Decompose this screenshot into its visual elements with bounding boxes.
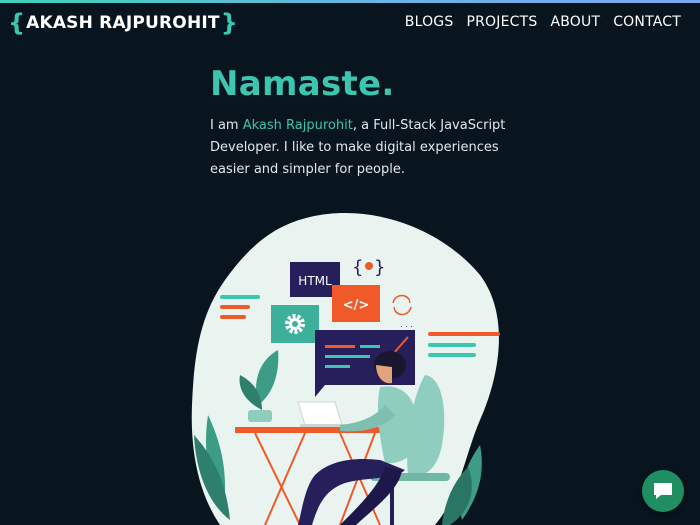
- deco-line: [428, 353, 476, 357]
- code-line: [360, 345, 380, 348]
- code-line: [325, 345, 355, 348]
- dots: . . .: [400, 320, 413, 329]
- braces-icon-open: {: [352, 257, 363, 278]
- hero-title: Namaste.: [210, 64, 395, 104]
- code-line: [325, 365, 350, 368]
- braces-icon-close: }: [374, 257, 385, 278]
- nav-contact[interactable]: CONTACT: [613, 14, 681, 30]
- intro-prefix: I am: [210, 118, 243, 133]
- logo-brace-close: }: [220, 9, 238, 37]
- html-card-label: HTML: [298, 274, 332, 288]
- deco-line: [428, 343, 476, 347]
- site-logo[interactable]: { AKASH RAJPUROHIT }: [8, 9, 238, 37]
- chat-icon: [654, 483, 672, 499]
- braces-dot: [365, 262, 373, 270]
- intro-name-link[interactable]: Akash Rajpurohit: [243, 118, 353, 133]
- deco-line: [428, 332, 500, 336]
- hero-intro: I am Akash Rajpurohit, a Full-Stack Java…: [210, 115, 520, 181]
- plant-pot: [248, 410, 272, 422]
- deco-line: [220, 315, 246, 319]
- hero-illustration: HTML </> { } . . .: [191, 213, 500, 525]
- nav-blogs[interactable]: BLOGS: [405, 14, 454, 30]
- code-icon: </>: [343, 298, 370, 313]
- top-gradient-bar: [0, 0, 700, 3]
- deco-line: [220, 305, 250, 309]
- laptop: [297, 401, 343, 426]
- logo-name: AKASH RAJPUROHIT: [26, 13, 220, 33]
- code-line: [325, 355, 370, 358]
- chat-button[interactable]: [642, 470, 684, 512]
- deco-line: [220, 295, 260, 299]
- nav-projects[interactable]: PROJECTS: [466, 14, 537, 30]
- logo-brace-open: {: [8, 9, 26, 37]
- nav-about[interactable]: ABOUT: [550, 14, 600, 30]
- main-nav: BLOGS PROJECTS ABOUT CONTACT: [405, 14, 681, 30]
